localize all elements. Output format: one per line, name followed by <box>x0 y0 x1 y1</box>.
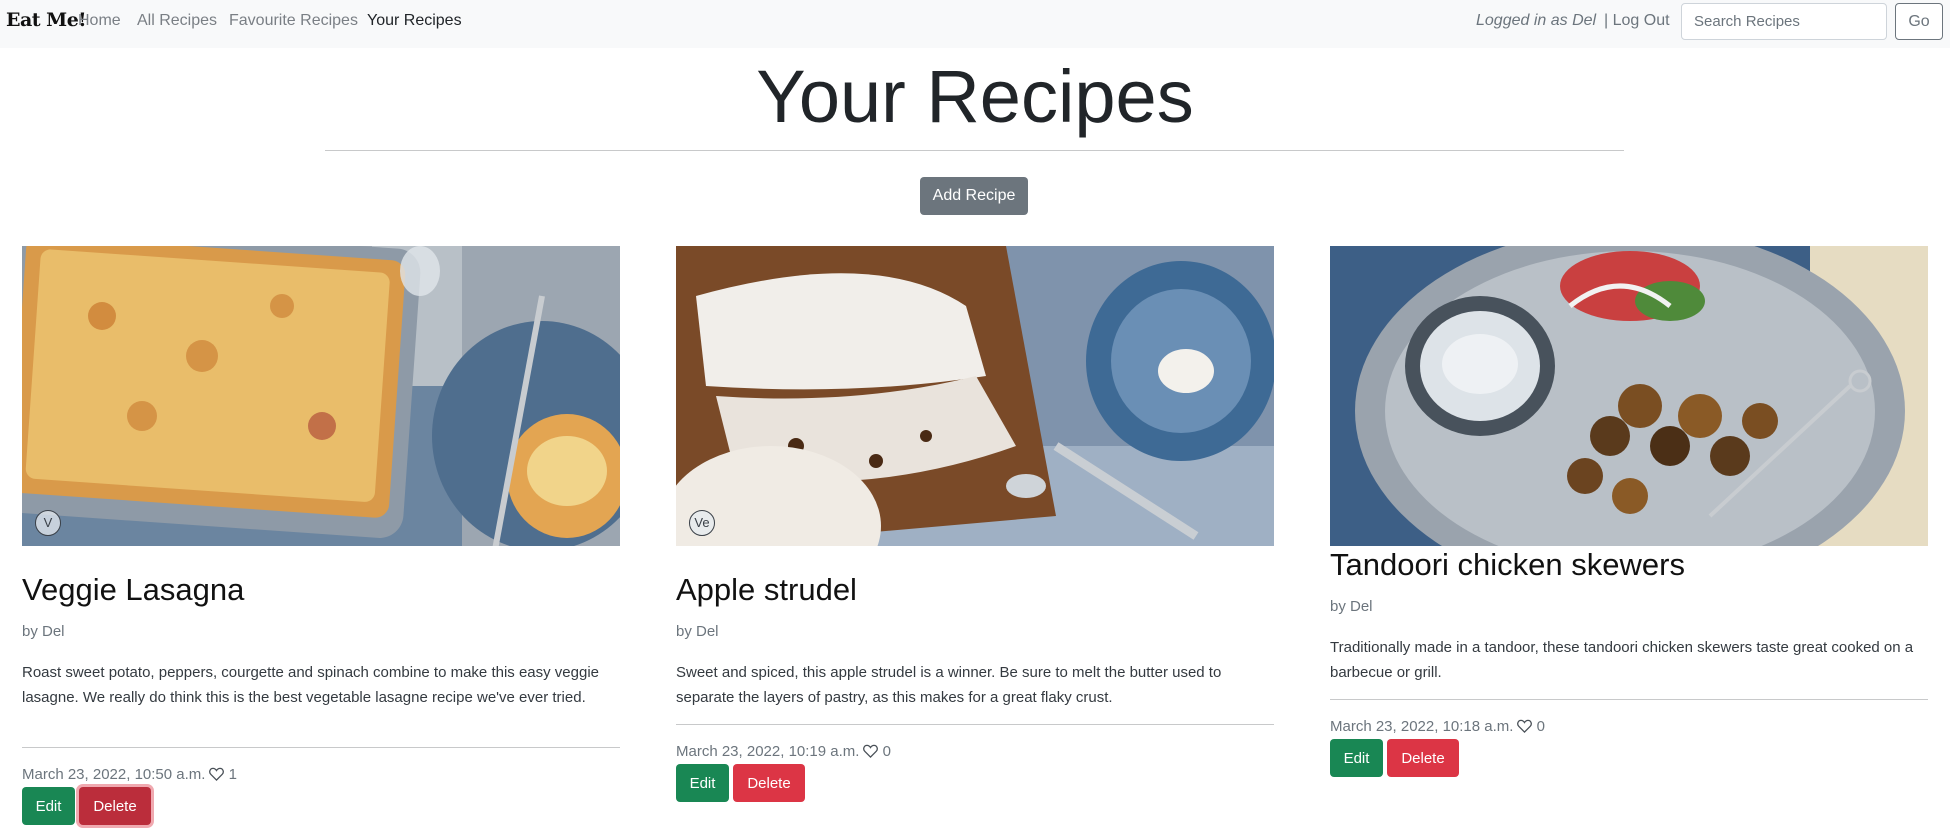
recipe-date: March 23, 2022, 10:50 a.m. <box>22 766 206 783</box>
brand-logo[interactable]: Eat Me! <box>6 9 87 31</box>
recipe-description: Roast sweet potato, peppers, courgette a… <box>22 664 600 706</box>
nav-home[interactable]: Home <box>78 12 121 30</box>
delete-button[interactable]: Delete <box>1387 739 1459 777</box>
delete-button[interactable]: Delete <box>79 787 151 825</box>
title-divider <box>325 150 1624 151</box>
edit-button[interactable]: Edit <box>1330 739 1383 777</box>
recipe-author: by Del <box>676 623 719 640</box>
card-divider <box>676 724 1274 725</box>
add-recipe-button[interactable]: Add Recipe <box>920 177 1028 215</box>
like-count: 1 <box>228 766 237 783</box>
recipe-title[interactable]: Apple strudel <box>676 572 857 608</box>
search-input[interactable] <box>1681 3 1887 40</box>
search-go-button[interactable]: Go <box>1895 3 1943 40</box>
card-divider <box>1330 699 1928 700</box>
logged-in-status: Logged in as Del <box>1476 12 1597 29</box>
heart-icon[interactable] <box>1517 719 1533 733</box>
vegan-badge: Ve <box>689 510 715 536</box>
recipe-image[interactable]: Ve <box>676 246 1274 546</box>
recipe-author: by Del <box>1330 598 1373 615</box>
nav-favourite-recipes[interactable]: Favourite Recipes <box>229 12 358 30</box>
recipe-author: by Del <box>22 623 65 640</box>
recipe-description: Sweet and spiced, this apple strudel is … <box>676 664 1222 706</box>
nav-all-recipes[interactable]: All Recipes <box>137 12 217 30</box>
nav-your-recipes[interactable]: Your Recipes <box>367 12 462 30</box>
like-count: 0 <box>1536 718 1545 735</box>
recipe-date: March 23, 2022, 10:18 a.m. <box>1330 718 1514 735</box>
edit-button[interactable]: Edit <box>22 787 75 825</box>
like-count: 0 <box>882 743 891 760</box>
delete-button[interactable]: Delete <box>733 764 805 802</box>
page-title: Your Recipes <box>756 55 1194 138</box>
heart-icon[interactable] <box>863 744 879 758</box>
recipe-description: Traditionally made in a tandoor, these t… <box>1330 639 1914 681</box>
recipe-meta: March 23, 2022, 10:19 a.m. 0 <box>676 743 891 760</box>
heart-icon[interactable] <box>209 767 225 781</box>
vegetarian-badge: V <box>35 510 61 536</box>
logout-link[interactable]: | Log Out <box>1604 12 1670 30</box>
card-divider <box>22 747 620 748</box>
recipe-title[interactable]: Tandoori chicken skewers <box>1330 547 1685 583</box>
recipe-date: March 23, 2022, 10:19 a.m. <box>676 743 860 760</box>
navbar: Eat Me! Home All Recipes Favourite Recip… <box>0 0 1950 48</box>
recipe-meta: March 23, 2022, 10:18 a.m. 0 <box>1330 718 1545 735</box>
recipe-image[interactable] <box>1330 246 1928 546</box>
recipe-meta: March 23, 2022, 10:50 a.m. 1 <box>22 766 237 783</box>
recipe-title[interactable]: Veggie Lasagna <box>22 572 244 608</box>
edit-button[interactable]: Edit <box>676 764 729 802</box>
recipe-image[interactable]: V <box>22 246 620 546</box>
